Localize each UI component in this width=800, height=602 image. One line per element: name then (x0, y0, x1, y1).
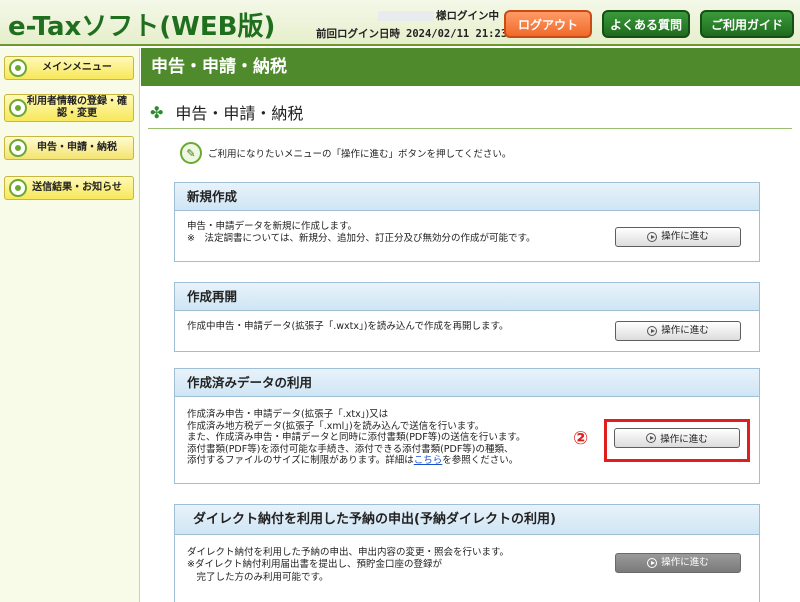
document-icon (9, 139, 27, 157)
instruction-note: ✎ ご利用になりたいメニューの「操作に進む」ボタンを押してください。 (180, 142, 511, 164)
app-logo: e-Taxソフト(WEB版) (8, 12, 276, 42)
last-login: 前回ログイン日時 2024/02/11 21:23 (316, 26, 507, 41)
section-title: 作成再開 (175, 283, 759, 311)
sidebar-item-label: メインメニュー (42, 62, 112, 73)
logout-button[interactable]: ログアウト (504, 10, 592, 38)
login-status: 様ログイン中 (378, 8, 499, 23)
section-body: 作成中申告・申請データ(拡張子「.wxtx」)を読み込んで作成を再開します。 操… (175, 311, 759, 343)
login-status-text: 様ログイン中 (436, 10, 499, 22)
page-title-bar: 申告・申請・納税 (141, 48, 800, 86)
last-login-value: 2024/02/11 21:23 (406, 28, 508, 40)
home-icon (9, 59, 27, 77)
redacted-username (378, 11, 434, 21)
section-new-creation: 新規作成 申告・申請データを新規に作成します。 ※ 法定調書については、新規分、… (174, 182, 760, 262)
page-heading-text: 申告・申請・納税 (175, 104, 304, 123)
sidebar-item-user-info[interactable]: 利用者情報の登録・確認・変更 (4, 94, 134, 122)
page-heading: ✤ 申告・申請・納税 (150, 100, 303, 124)
annotation-highlight-box (604, 419, 750, 462)
section-text: を参照ください。 (442, 455, 519, 467)
proceed-button-direct-payment[interactable]: 操作に進む (615, 553, 741, 573)
section-title: ダイレクト納付を利用した予納の申出(予納ダイレクトの利用) (175, 505, 759, 535)
user-icon (9, 99, 27, 117)
sidebar-item-filing[interactable]: 申告・申請・納税 (4, 136, 134, 160)
info-icon: ✎ (180, 142, 202, 164)
section-direct-payment: ダイレクト納付を利用した予納の申出(予納ダイレクトの利用) ダイレクト納付を利用… (174, 504, 760, 602)
section-resume: 作成再開 作成中申告・申請データ(拡張子「.wxtx」)を読み込んで作成を再開し… (174, 282, 760, 352)
section-body: 申告・申請データを新規に作成します。 ※ 法定調書については、新規分、追加分、訂… (175, 211, 759, 256)
clover-icon: ✤ (150, 102, 164, 122)
instruction-text: ご利用になりたいメニューの「操作に進む」ボタンを押してください。 (208, 149, 512, 160)
faq-button[interactable]: よくある質問 (602, 10, 690, 38)
proceed-button-label: 操作に進む (661, 556, 709, 568)
details-link[interactable]: こちら (414, 455, 443, 466)
proceed-button-resume[interactable]: 操作に進む (615, 321, 741, 341)
proceed-button-label: 操作に進む (661, 324, 709, 336)
guide-button[interactable]: ご利用ガイド (700, 10, 794, 38)
play-icon (647, 558, 658, 568)
header: e-Taxソフト(WEB版) 様ログイン中 前回ログイン日時 2024/02/11… (0, 0, 800, 46)
annotation-number: ② (573, 428, 589, 449)
section-text-line: 完了した方のみ利用可能です。 (187, 571, 329, 583)
proceed-button-new[interactable]: 操作に進む (615, 227, 741, 247)
proceed-button-label: 操作に進む (661, 230, 709, 242)
last-login-label: 前回ログイン日時 (316, 28, 400, 40)
section-text: 添付するファイルのサイズに制限があります。詳細は (187, 455, 414, 467)
sidebar-item-main-menu[interactable]: メインメニュー (4, 56, 134, 80)
sidebar-item-results[interactable]: 送信結果・お知らせ (4, 176, 134, 200)
mail-icon (9, 179, 27, 197)
sidebar-item-label: 送信結果・お知らせ (32, 182, 122, 193)
section-title: 作成済みデータの利用 (175, 369, 759, 397)
section-body: ダイレクト納付を利用した予納の申出、申出内容の変更・照会を行います。 ※ダイレク… (175, 535, 759, 594)
heading-divider (148, 128, 792, 129)
sidebar: メインメニュー 利用者情報の登録・確認・変更 申告・申請・納税 送信結果・お知ら… (0, 48, 140, 602)
section-title: 新規作成 (175, 183, 759, 211)
play-icon (647, 326, 658, 336)
sidebar-item-label: 申告・申請・納税 (37, 142, 117, 153)
play-icon (647, 232, 658, 242)
